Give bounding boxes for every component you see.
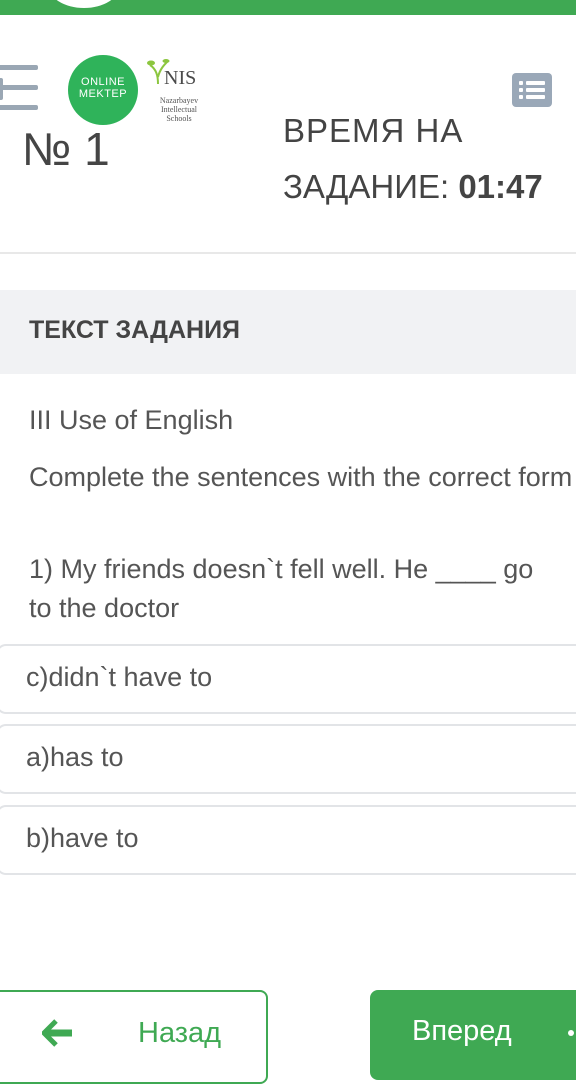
avatar-circle xyxy=(48,0,120,8)
question-sentence: 1) My friends doesn`t fell well. He ____… xyxy=(29,550,576,628)
answer-option-label: b)have to xyxy=(26,823,139,853)
next-button[interactable]: Вперед xyxy=(370,990,576,1080)
time-remaining: ЗАДАНИЕ: 01:47 xyxy=(283,168,543,206)
back-button[interactable]: Назад xyxy=(0,990,268,1084)
section-title: ТЕКСТ ЗАДАНИЯ xyxy=(29,316,241,344)
time-label: ВРЕМЯ НА xyxy=(283,112,464,149)
top-status-bar xyxy=(0,0,576,15)
nis-logo-subtitle: Nazarbayev Intellectual Schools xyxy=(159,96,199,123)
nis-logo: NIS Nazarbayev Intellectual Schools xyxy=(140,55,210,125)
question-instruction: Complete the sentences with the correct … xyxy=(29,462,576,492)
answer-option-label: c)didn`t have to xyxy=(26,662,213,692)
time-value: 01:47 xyxy=(458,168,543,205)
divider xyxy=(0,252,576,254)
answer-option-label: a)has to xyxy=(26,742,124,772)
answer-option-c[interactable]: c)didn`t have to xyxy=(0,644,576,714)
question-part: III Use of English xyxy=(29,405,234,435)
sidebar-toggle-icon[interactable] xyxy=(0,65,40,115)
section-header: ТЕКСТ ЗАДАНИЯ xyxy=(0,290,576,374)
back-button-label: Назад xyxy=(138,1017,222,1049)
online-mektep-logo: ONLINE MEKTEP xyxy=(68,55,138,125)
arrow-left-icon xyxy=(42,1019,72,1047)
next-button-label: Вперед xyxy=(412,1015,512,1047)
task-list-button[interactable] xyxy=(512,73,552,107)
question-sentence-line2: to the doctor xyxy=(29,593,180,623)
answer-option-a[interactable]: a)has to xyxy=(0,724,576,794)
task-number: № 1 xyxy=(22,123,110,175)
nis-logo-text: NIS xyxy=(164,67,197,89)
app-header: ONLINE MEKTEP NIS Nazarbayev Intellectua… xyxy=(0,15,576,125)
question-sentence-line1: 1) My friends doesn`t fell well. He ____… xyxy=(29,554,534,584)
time-label-line2: ЗАДАНИЕ: xyxy=(283,168,450,205)
answer-option-b[interactable]: b)have to xyxy=(0,805,576,875)
arrow-right-icon xyxy=(568,1030,574,1036)
